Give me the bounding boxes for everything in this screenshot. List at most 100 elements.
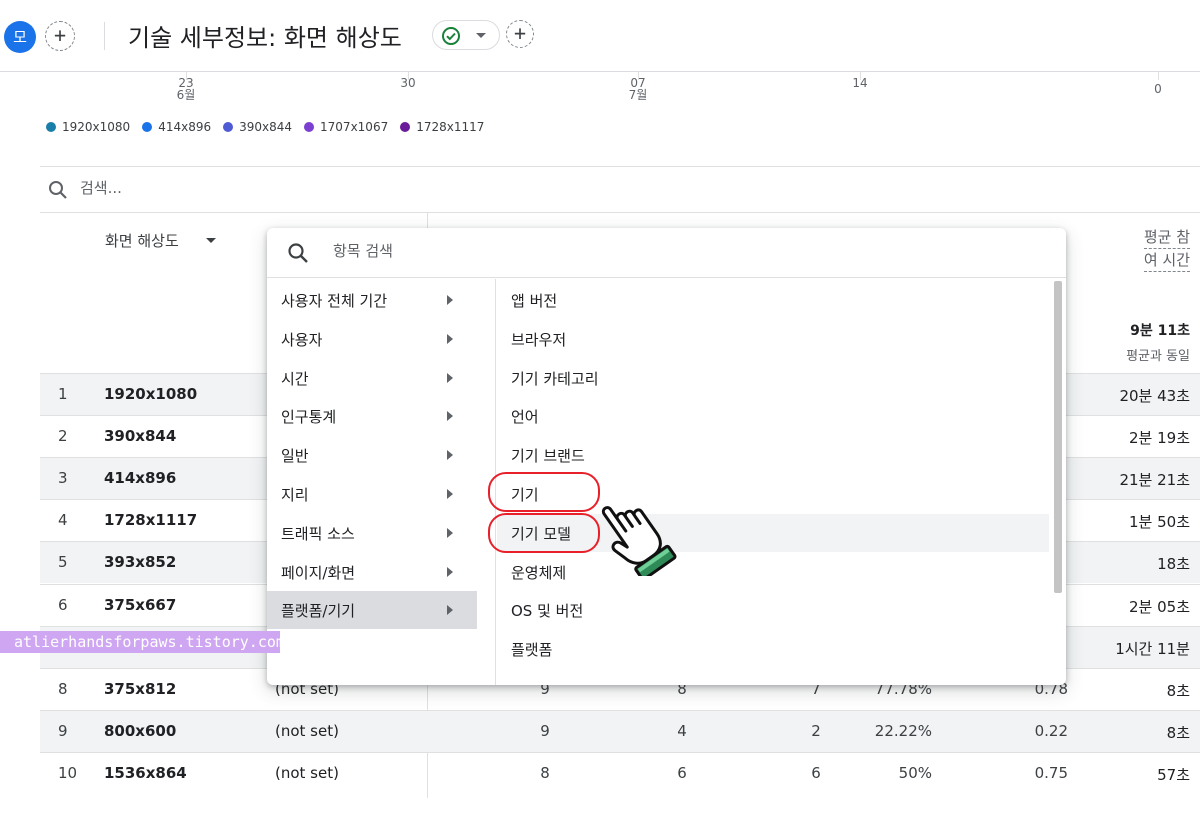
menu-category-item[interactable]: 플랫폼/기기	[267, 591, 477, 630]
chevron-right-icon	[447, 295, 453, 305]
menu-category-item[interactable]: 인구통계	[267, 397, 477, 435]
menu-option-item[interactable]: 기기 브랜드	[497, 436, 1049, 474]
axis-gridline	[1158, 72, 1159, 80]
header-divider	[104, 22, 105, 50]
menu-category-label: 시간	[281, 369, 309, 388]
menu-search-bar	[267, 228, 1066, 278]
chevron-right-icon	[447, 372, 453, 383]
table-cell-res: 390x844	[104, 427, 177, 445]
chevron-down-icon	[476, 33, 486, 38]
table-cell-n3: 2	[811, 722, 821, 740]
menu-option-label: OS 및 버전	[511, 602, 584, 621]
table-cell-res: 375x812	[104, 680, 177, 698]
menu-category-item[interactable]: 사용자 전체 기간	[267, 281, 477, 319]
chevron-down-icon[interactable]	[206, 238, 216, 243]
table-cell-n6: 20분 43초	[1119, 387, 1190, 405]
menu-category-label: 플랫폼/기기	[281, 602, 356, 621]
highlight-ring	[488, 513, 600, 553]
table-row[interactable]: 10 1536x864 (not set) 8 6 6 50% 0.75 57초	[40, 752, 1200, 794]
menu-option-label: 기기 브랜드	[511, 447, 585, 466]
menu-search-input[interactable]	[333, 242, 633, 260]
table-cell-idx: 2	[58, 427, 68, 445]
add-comparison-button[interactable]: +	[506, 20, 534, 48]
dimension-picker-menu: 사용자 전체 기간사용자시간인구통계일반지리트래픽 소스페이지/화면플랫폼/기기…	[267, 228, 1066, 685]
chevron-right-icon	[447, 489, 453, 499]
table-cell-n6: 18초	[1157, 555, 1190, 573]
table-cell-n2: 4	[677, 722, 687, 740]
legend-item[interactable]: 1920x1080	[46, 120, 130, 134]
table-cell-idx: 4	[58, 511, 68, 529]
legend-dot-icon	[223, 122, 234, 132]
table-search-bar	[40, 167, 1200, 213]
menu-option-item[interactable]: OS 및 버전	[497, 591, 1049, 629]
table-cell-res: 1920x1080	[104, 385, 198, 403]
menu-category-item[interactable]: 시간	[267, 359, 477, 397]
watermark: atlierhandsforpaws.tistory.com	[0, 631, 285, 653]
legend-item[interactable]: 1707x1067	[304, 120, 388, 134]
legend-dot-icon	[142, 122, 153, 132]
menu-option-item[interactable]: 기기 카테고리	[497, 359, 1049, 397]
table-cell-n5: 0.75	[1034, 764, 1068, 782]
legend-item[interactable]: 1728x1117	[400, 120, 484, 134]
menu-option-label: 기기 카테고리	[511, 369, 599, 388]
menu-option-item[interactable]: 언어	[497, 397, 1049, 435]
table-cell-idx: 8	[58, 680, 68, 698]
menu-category-label: 일반	[281, 447, 309, 466]
menu-category-label: 트래픽 소스	[281, 524, 355, 543]
menu-category-label: 인구통계	[281, 408, 337, 427]
table-cell-n4: 50%	[898, 764, 932, 782]
menu-option-item[interactable]: 브라우저	[497, 320, 1049, 358]
table-cell-n6: 1분 50초	[1129, 513, 1190, 531]
metric-column-header[interactable]: 평균 참 여 시간	[1143, 226, 1190, 272]
chevron-right-icon	[447, 411, 453, 422]
table-cell-idx: 1	[58, 385, 68, 403]
report-header: 모 + 기술 세부정보: 화면 해상도 +	[0, 0, 1200, 72]
table-cell-n6: 8초	[1166, 724, 1190, 742]
table-cell-ns: (not set)	[275, 722, 339, 740]
menu-scrollbar[interactable]	[1054, 281, 1062, 593]
menu-option-label: 브라우저	[511, 330, 567, 349]
table-cell-n3: 6	[811, 764, 821, 782]
legend-dot-icon	[46, 122, 56, 132]
menu-option-item[interactable]: 앱 버전	[497, 281, 1049, 319]
table-cell-n6: 2분 05초	[1129, 598, 1190, 616]
search-icon	[288, 243, 308, 263]
table-cell-res: 393x852	[104, 553, 177, 571]
menu-option-label: 운영체제	[511, 563, 567, 582]
menu-category-label: 지리	[281, 486, 309, 504]
menu-option-item[interactable]: 운영체제	[497, 553, 1049, 591]
legend-item[interactable]: 414x896	[142, 120, 211, 134]
category-list: 사용자 전체 기간사용자시간인구통계일반지리트래픽 소스페이지/화면플랫폼/기기	[267, 279, 496, 685]
menu-option-label: 앱 버전	[511, 292, 558, 310]
menu-category-item[interactable]: 사용자	[267, 320, 477, 358]
table-cell-n6: 1시간 11분	[1115, 640, 1190, 658]
highlight-ring	[488, 472, 600, 512]
segment-avatar[interactable]: 모	[4, 21, 36, 53]
table-cell-res: 1728x1117	[104, 511, 198, 529]
table-search-input[interactable]	[80, 179, 280, 197]
menu-category-label: 사용자 전체 기간	[281, 292, 388, 310]
chevron-right-icon	[447, 605, 453, 616]
menu-category-item[interactable]: 페이지/화면	[267, 553, 477, 591]
menu-category-item[interactable]: 일반	[267, 436, 477, 474]
table-cell-idx: 6	[58, 596, 68, 614]
metric-total-note: 평균과 동일	[1126, 349, 1190, 364]
dimension-column-header[interactable]: 화면 해상도	[105, 230, 179, 251]
menu-option-item[interactable]: 플랫폼	[497, 630, 1049, 668]
menu-category-item[interactable]: 지리	[267, 475, 477, 513]
table-cell-res: 800x600	[104, 722, 177, 740]
table-cell-n6: 21분 21초	[1119, 471, 1190, 489]
add-segment-button[interactable]: +	[45, 21, 75, 51]
table-cell-res: 1536x864	[104, 764, 187, 782]
legend-dot-icon	[400, 122, 411, 132]
table-cell-n1: 9	[540, 722, 550, 740]
menu-category-label: 페이지/화면	[281, 563, 356, 582]
table-cell-idx: 5	[58, 553, 68, 571]
table-row[interactable]: 9 800x600 (not set) 9 4 2 22.22% 0.22 8초	[40, 710, 1200, 752]
legend-item[interactable]: 390x844	[223, 120, 292, 134]
chevron-right-icon	[447, 450, 453, 461]
y-axis-tick: 0	[1154, 82, 1162, 96]
report-status-dropdown[interactable]	[432, 20, 500, 50]
menu-category-item[interactable]: 트래픽 소스	[267, 514, 477, 552]
search-icon	[49, 181, 67, 199]
